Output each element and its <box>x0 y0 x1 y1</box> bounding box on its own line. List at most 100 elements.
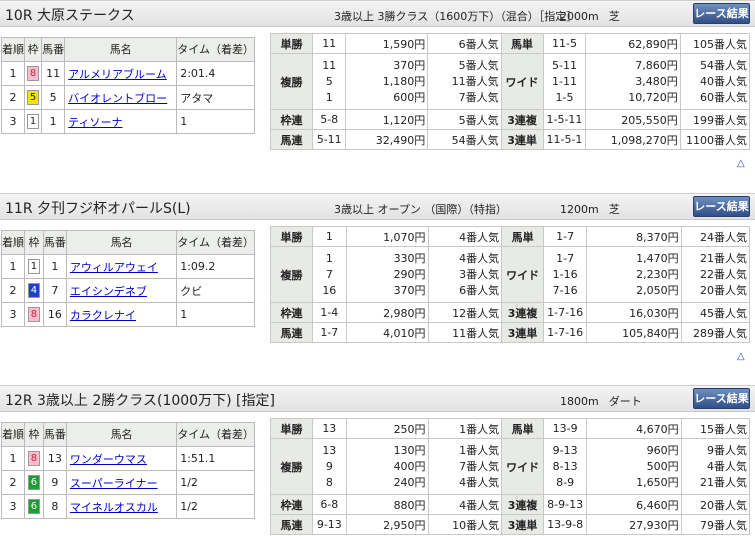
horse-name-link[interactable]: アルメリアブルーム <box>64 61 178 86</box>
payout-popularity: 5番人気 11番人気 7番人気 <box>427 53 502 110</box>
distance-value: 1200m <box>560 203 599 216</box>
race-header: 11R 夕刊フジ杯オパールS(L) 3歳以上 オープン （国際）（特指） 1200m… <box>0 193 755 220</box>
horse-name-link[interactable]: エイシンデネブ <box>65 278 178 303</box>
payout-combination: 9-13 8-13 8-9 <box>543 438 588 495</box>
horse-name-link[interactable]: ワンダーウマス <box>65 446 178 471</box>
table-row: 1 8 13 ワンダーウマス 1:51.1 <box>1 446 255 471</box>
payout-line: 7-16 <box>552 283 578 297</box>
payout-line: 400円 <box>393 459 426 473</box>
waku-cell: 8 <box>24 446 44 471</box>
horse-name-link[interactable]: アウィルアウェイ <box>65 254 178 279</box>
bet-type-wide: ワイド <box>501 438 545 495</box>
payout-line: 20番人気 <box>700 283 747 297</box>
race-result-button[interactable]: レース結果 <box>693 388 750 409</box>
race-section: 10R 大原ステークス 3歳以上 3勝クラス（1600万下）（混合）［指定］ 200… <box>0 0 755 175</box>
payout-row: 単勝 11 1,590円 6番人気 馬単 11-5 62,890円 105番人気 <box>270 33 751 54</box>
horse-number: 5 <box>41 85 66 110</box>
collapse-toggle-icon[interactable]: △ <box>737 351 749 362</box>
finish-rank: 1 <box>1 446 25 471</box>
payout-popularity: 6番人気 <box>427 33 502 54</box>
payout-combination: 1 <box>312 226 347 247</box>
finish-order-table: 着順枠馬番 馬名 タイム（着差） 1 8 11 アルメリアブルーム 2:01.4 2 5 5 バイオレ… <box>1 37 255 134</box>
payout-popularity: 105番人気 <box>679 33 751 54</box>
race-distance: 1800m ダート <box>560 393 642 409</box>
horse-name-link[interactable]: カラクレナイ <box>65 302 178 327</box>
finish-time: 1/2 <box>176 470 255 495</box>
payout-amount: 1,070円 <box>345 226 429 247</box>
payout-combination: 1-7-16 <box>543 322 588 343</box>
race-distance: 2000m 芝 <box>560 8 620 24</box>
payout-popularity: 45番人気 <box>680 302 751 323</box>
bet-type-sanrentan: 3連単 <box>501 322 545 343</box>
payout-line: 8-9 <box>556 475 575 489</box>
race-section: 11R 夕刊フジ杯オパールS(L) 3歳以上 オープン （国際）（特指） 1200m… <box>0 193 755 368</box>
payout-popularity: 12番人気 <box>427 302 503 323</box>
payout-combination: 11 <box>311 33 347 54</box>
header-waku: 枠 <box>24 422 44 447</box>
payout-combination: 13-9 <box>543 418 588 439</box>
payout-line: 1 <box>325 251 333 265</box>
finish-time: 1:09.2 <box>176 254 255 279</box>
waku-cell: 5 <box>23 85 43 110</box>
payout-combination: 13 <box>312 418 347 439</box>
payout-popularity: 199番人気 <box>679 109 751 130</box>
horse-name-link[interactable]: ティソーナ <box>64 109 178 134</box>
finish-rank: 2 <box>1 470 25 495</box>
race-result-button[interactable]: レース結果 <box>693 196 750 217</box>
payout-line: 370円 <box>393 58 426 72</box>
payout-amount: 2,950円 <box>345 514 429 535</box>
bet-type-fukusho: 複勝 <box>269 246 314 303</box>
horse-number: 1 <box>42 254 67 279</box>
payout-popularity: 10番人気 <box>427 514 503 535</box>
table-row: 3 1 1 ティソーナ 1 <box>1 109 255 134</box>
payout-line: 21番人気 <box>700 251 747 265</box>
horse-name-link[interactable]: バイオレントブロー <box>64 85 178 110</box>
bet-type-wide: ワイド <box>500 53 544 110</box>
bet-type-fukusho: 複勝 <box>270 53 313 110</box>
race-header: 10R 大原ステークス 3歳以上 3勝クラス（1600万下）（混合）［指定］ 200… <box>0 0 755 27</box>
payout-line: 1番人気 <box>459 443 500 457</box>
payout-amount: 4,670円 <box>586 418 682 439</box>
race-result-button[interactable]: レース結果 <box>693 3 750 24</box>
header-horse-number: 馬番 <box>42 230 67 255</box>
horse-name-link[interactable]: スーパーライナー <box>65 470 178 495</box>
header-rank: 着順 <box>1 422 25 447</box>
payout-line: 290円 <box>393 267 426 281</box>
payout-amount: 16,030円 <box>586 302 682 323</box>
payout-amount: 1,470円 2,230円 2,050円 <box>586 246 682 303</box>
waku-badge: 1 <box>27 259 40 274</box>
payout-combination: 11-5-1 <box>542 129 587 150</box>
payout-amount: 105,840円 <box>586 322 682 343</box>
payout-popularity: 54番人気 <box>427 129 502 150</box>
payout-amount: 960円 500円 1,650円 <box>586 438 682 495</box>
payout-combination: 5-8 <box>311 109 347 130</box>
header-horse-number: 馬番 <box>41 37 66 62</box>
horse-name-link[interactable]: マイネルオスカル <box>65 494 178 519</box>
payout-line: 960円 <box>646 443 679 457</box>
payout-line: 1-7 <box>556 251 575 265</box>
payout-row: 枠連 1-4 2,980円 12番人気 3連複 1-7-16 16,030円 45番人気 <box>269 302 751 323</box>
payout-line: 3番人気 <box>459 267 500 281</box>
payout-combination: 5-11 <box>311 129 347 150</box>
payout-amount: 1,590円 <box>345 33 429 54</box>
payout-line: 54番人気 <box>700 58 747 72</box>
waku-cell: 8 <box>24 302 44 327</box>
payout-amount: 32,490円 <box>345 129 429 150</box>
table-row: 2 4 7 エイシンデネブ クビ <box>1 278 255 303</box>
payout-amount: 130円 400円 240円 <box>345 438 429 495</box>
payout-line: 330円 <box>393 251 426 265</box>
bet-type-fukusho: 複勝 <box>269 438 314 495</box>
header-horse-name: 馬名 <box>64 37 178 62</box>
payout-popularity: 1番人気 7番人気 4番人気 <box>427 438 503 495</box>
payout-line: 22番人気 <box>700 267 747 281</box>
collapse-toggle-icon[interactable]: △ <box>737 158 749 169</box>
horse-number: 16 <box>42 302 67 327</box>
waku-badge: 8 <box>27 451 40 466</box>
finish-time: 1 <box>176 109 255 134</box>
horse-number: 7 <box>42 278 67 303</box>
bet-type-sanrentan: 3連単 <box>500 129 544 150</box>
bet-type-umaren: 馬連 <box>269 322 314 343</box>
race-title: 11R 夕刊フジ杯オパールS(L) <box>5 201 191 217</box>
payout-line: 600円 <box>393 90 426 104</box>
waku-cell: 4 <box>24 278 44 303</box>
